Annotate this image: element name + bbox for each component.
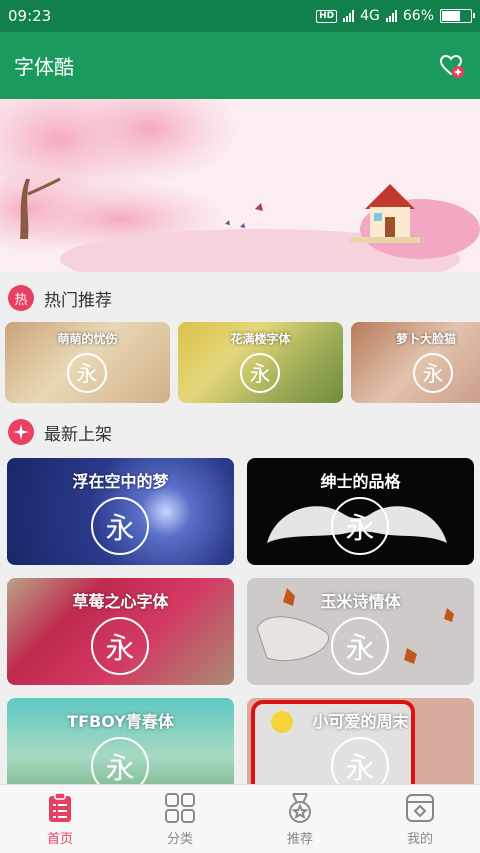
new-section-title: 最新上架 [44,424,112,445]
font-card-name: 草莓之心字体 [72,592,169,611]
font-card[interactable]: 玉米诗情体 永 [247,578,474,685]
network-type: 4G [360,8,380,24]
hot-section-title: 热门推荐 [44,290,112,311]
battery-percent: 66% [402,8,434,24]
nav-label: 首页 [46,832,73,847]
status-indicators: HD 4G 66% [316,8,475,24]
font-card-name: TFBOY青春体 [67,712,174,731]
font-preview-glyph: 永 [413,353,453,393]
bottom-nav: 首页 分类 推荐 我的 [0,784,480,853]
signal-icon [343,10,355,22]
status-time: 09:23 [8,7,52,25]
profile-card-icon [406,794,434,822]
hot-card[interactable]: 萝卜大脸猫 永 [351,322,480,403]
new-section-header: 最新上架 [0,406,480,458]
font-preview-glyph: 永 [91,617,149,675]
nav-recommend[interactable]: 推荐 [240,785,360,853]
hot-card[interactable]: 花满楼字体 永 [178,322,343,403]
font-card[interactable]: 浮在空中的梦 永 [7,458,234,565]
hot-card-name: 萝卜大脸猫 [395,332,456,346]
hot-badge-icon: 热 [8,285,34,311]
app-title: 字体酷 [14,55,74,79]
font-preview-glyph: 永 [331,617,389,675]
hot-card-name: 萌萌的忧伤 [57,332,118,346]
font-card-name: 玉米诗情体 [320,592,401,611]
heart-plus-icon[interactable] [438,52,466,80]
nav-mine[interactable]: 我的 [360,785,480,853]
font-card[interactable]: 草莓之心字体 永 [7,578,234,685]
font-card[interactable]: 绅士的品格 永 [247,458,474,565]
status-bar: 09:23 HD 4G 66% [0,0,480,32]
font-card-name: 浮在空中的梦 [72,472,169,491]
clipboard-list-icon [49,792,71,822]
new-list: 浮在空中的梦 永 绅士的品格 永 草莓之心字体 永 玉米诗情体 永 TFBOY青… [0,458,480,784]
banner-illustration [0,99,480,272]
font-preview-glyph: 永 [91,737,149,784]
hot-card[interactable]: 萌萌的忧伤 永 [5,322,170,403]
banner[interactable] [0,99,480,272]
signal-icon-2 [385,10,397,22]
font-preview-glyph: 永 [91,497,149,555]
font-card[interactable]: 小可爱的周末 永 [247,698,474,784]
battery-icon [440,9,475,23]
hot-section-header: 热 热门推荐 [0,272,480,324]
font-card-name: 小可爱的周末 [312,712,409,731]
battery-fill [442,11,460,21]
nav-label: 分类 [166,832,193,847]
nav-label: 我的 [406,832,433,847]
medal-icon [289,793,311,823]
nav-home[interactable]: 首页 [0,785,120,853]
font-card-name: 绅士的品格 [320,472,401,491]
hd-badge: HD [316,9,338,23]
font-preview-glyph: 永 [67,353,107,393]
sparkle-icon [8,419,34,445]
grid-icon [165,793,195,823]
font-preview-glyph: 永 [240,353,280,393]
app-bar: 字体酷 [0,32,480,99]
hot-card-name: 花满楼字体 [230,332,291,346]
nav-category[interactable]: 分类 [120,785,240,853]
font-card[interactable]: TFBOY青春体 永 [7,698,234,784]
nav-label: 推荐 [286,832,313,847]
hot-list: 萌萌的忧伤 永 花满楼字体 永 萝卜大脸猫 永 [0,322,480,404]
font-preview-glyph: 永 [331,497,389,555]
